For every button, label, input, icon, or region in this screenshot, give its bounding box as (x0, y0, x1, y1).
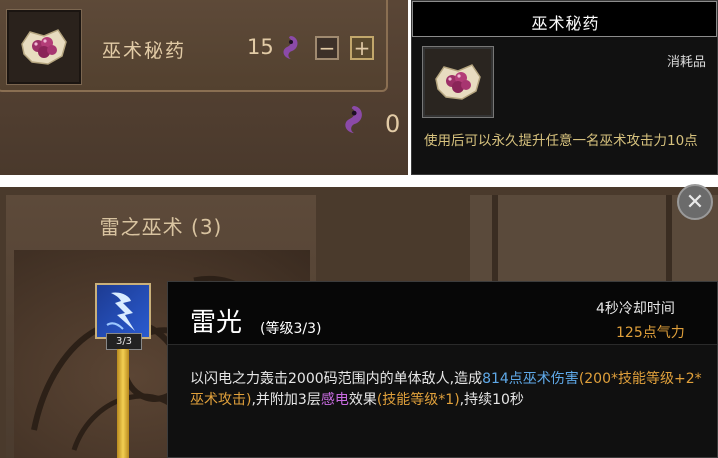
damage-value: 814点巫术伤害 (482, 371, 579, 387)
item-description: 使用后可以永久提升任意一名巫术攻击力10点 (424, 133, 698, 149)
skill-name: 雷光 (190, 308, 243, 338)
skill-tree-connector (117, 349, 129, 458)
skill-description: 以闪电之力轰击2000码范围内的单体敌人,造成814点巫术伤害(200*技能等级… (190, 369, 705, 411)
potion-pouch-icon (21, 29, 67, 65)
effect-name: 感电 (320, 392, 349, 408)
purple-swirl-icon (345, 106, 362, 134)
tooltip-item-slot (422, 46, 494, 118)
purple-swirl-icon (283, 36, 298, 59)
tooltip-header: 巫术秘药 (412, 1, 717, 37)
skill-level-badge: 3/3 (106, 333, 142, 350)
total-cost: 0 (385, 110, 401, 138)
skill-energy-cost: 125点气力 (616, 325, 685, 341)
skill-cooldown: 4秒冷却时间 (596, 301, 675, 317)
item-slot[interactable] (6, 9, 82, 85)
effect-formula: (技能等级*1) (376, 392, 460, 408)
decrease-quantity-button[interactable]: − (315, 36, 339, 60)
school-title: 雷之巫术 (3) (99, 215, 223, 239)
close-button[interactable]: ✕ (677, 184, 713, 220)
desc-text: ,持续10秒 (459, 392, 524, 408)
desc-text: 效果 (348, 392, 377, 408)
desc-text: ,并附加3层 (251, 392, 321, 408)
skill-tooltip: 雷光 (等级3/3) 4秒冷却时间 125点气力 以闪电之力轰击2000码范围内… (167, 281, 718, 458)
tooltip-title: 巫术秘药 (531, 14, 600, 33)
shop-panel: 巫术秘药 15 − + 0 (0, 0, 408, 175)
item-type: 消耗品 (667, 55, 707, 70)
item-price: 15 (247, 35, 274, 59)
item-name: 巫术秘药 (102, 40, 187, 62)
potion-pouch-icon (435, 64, 481, 100)
desc-text: 以闪电之力轰击2000码范围内的单体敌人,造成 (190, 371, 483, 387)
skill-level: (等级3/3) (260, 321, 322, 337)
item-tooltip: 巫术秘药 消耗品 使用后可以永久提升任意一名巫术攻击力10点 (411, 0, 718, 175)
lightning-icon (106, 292, 135, 331)
increase-quantity-button[interactable]: + (350, 36, 374, 60)
lightning-skill-icon[interactable] (95, 283, 151, 339)
